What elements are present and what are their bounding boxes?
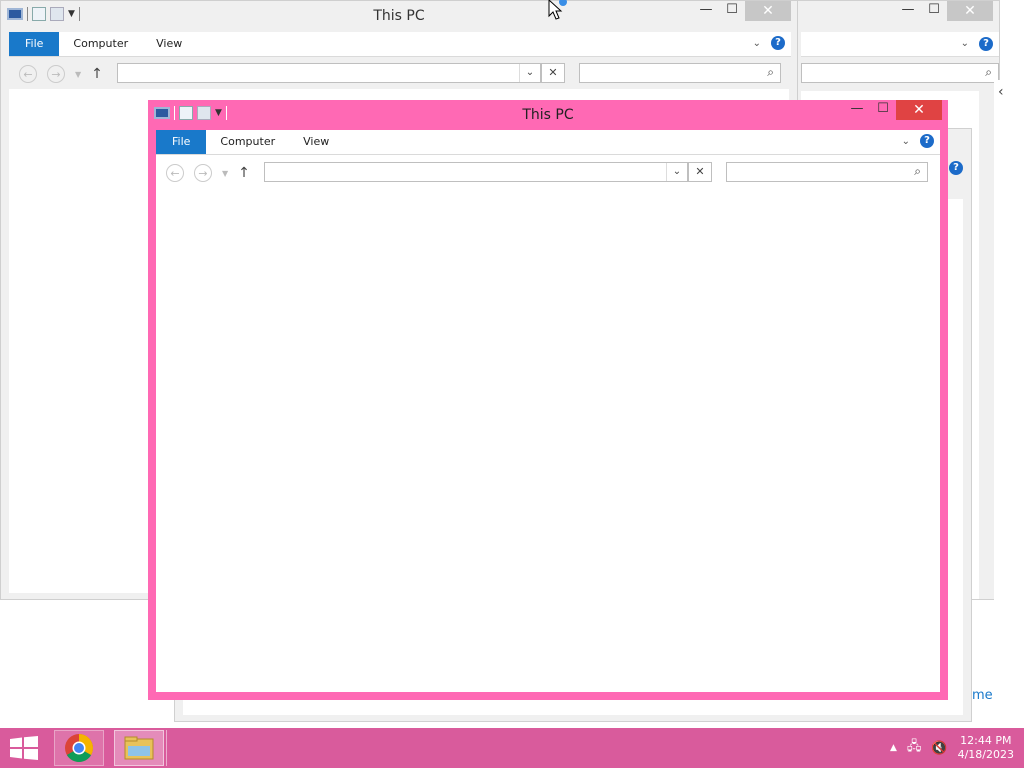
- front-titlebar[interactable]: ▼ This PC — ☐ ✕: [148, 100, 948, 130]
- back-chevron-icon[interactable]: ‹: [998, 84, 1004, 100]
- front-ribbon: File Computer View ⌄ ?: [156, 130, 940, 155]
- partial-text[interactable]: me: [972, 688, 993, 703]
- taskbar: ▲ 🖧 🔇 12:44 PM 4/18/2023: [0, 728, 1024, 768]
- front-minimize-button[interactable]: —: [844, 100, 870, 120]
- front-address-dropdown-icon[interactable]: ⌄: [666, 163, 687, 181]
- back-address-bar[interactable]: ⌄: [117, 63, 541, 83]
- start-button[interactable]: [8, 736, 40, 760]
- back-close-button[interactable]: ✕: [745, 1, 791, 21]
- mouse-cursor-icon: [548, 0, 567, 20]
- back-ribbon-chevron-icon[interactable]: ⌄: [753, 38, 761, 49]
- front-search-box[interactable]: ⌕: [726, 162, 928, 182]
- back-search-box[interactable]: ⌕: [579, 63, 781, 83]
- partial-card: me: [966, 680, 1022, 716]
- back-navbar: ← → ▼ ↑: [19, 60, 111, 88]
- front-recent-dropdown-icon[interactable]: ▼: [222, 169, 228, 178]
- far-search-box[interactable]: ⌕: [801, 63, 999, 83]
- back-ribbon: File Computer View ⌄ ?: [9, 32, 791, 57]
- far-maximize-button[interactable]: ☐: [921, 1, 947, 21]
- front-tab-computer[interactable]: Computer: [206, 130, 289, 154]
- taskbar-file-explorer[interactable]: [114, 730, 164, 766]
- back-back-arrow-icon[interactable]: ←: [19, 65, 37, 83]
- front-back-arrow-icon[interactable]: ←: [166, 164, 184, 182]
- front-window-controls: — ☐ ✕: [844, 100, 942, 120]
- back-address-dropdown-icon[interactable]: ⌄: [519, 64, 540, 82]
- back-window-controls: — ☐ ✕: [693, 1, 791, 21]
- front-ribbon-chevron-icon[interactable]: ⌄: [902, 136, 910, 147]
- front-tab-file[interactable]: File: [156, 130, 207, 154]
- front-close-button[interactable]: ✕: [896, 100, 942, 120]
- front-tab-view[interactable]: View: [289, 130, 343, 154]
- far-close-button[interactable]: ✕: [947, 1, 993, 21]
- back-maximize-button[interactable]: ☐: [719, 1, 745, 21]
- front-navbar: ← → ▼ ↑: [166, 159, 258, 187]
- chrome-icon: [65, 734, 93, 762]
- front-address-bar[interactable]: ⌄: [264, 162, 688, 182]
- clock-time: 12:44 PM: [960, 734, 1012, 747]
- volume-muted-icon[interactable]: 🔇: [931, 741, 947, 756]
- system-tray: ▲ 🖧 🔇 12:44 PM 4/18/2023: [890, 734, 1014, 762]
- back-help-icon[interactable]: ?: [771, 36, 785, 50]
- back-search-icon: ⌕: [767, 65, 774, 79]
- front-up-arrow-icon[interactable]: ↑: [238, 165, 250, 181]
- side-panel: ‹: [994, 80, 1024, 710]
- back-minimize-button[interactable]: —: [693, 1, 719, 21]
- back-up-arrow-icon[interactable]: ↑: [91, 66, 103, 82]
- back-forward-arrow-icon[interactable]: →: [47, 65, 65, 83]
- front-search-icon: ⌕: [914, 164, 921, 178]
- far-search-icon: ⌕: [985, 65, 992, 79]
- front-maximize-button[interactable]: ☐: [870, 100, 896, 120]
- front-window: ▼ This PC — ☐ ✕ File Computer View ⌄ ? ←…: [148, 100, 948, 700]
- far-ribbon: ⌄ ?: [801, 32, 999, 57]
- front-forward-arrow-icon[interactable]: →: [194, 164, 212, 182]
- middle-help-icon[interactable]: ?: [949, 161, 963, 175]
- front-window-title: This PC: [522, 107, 574, 123]
- back-recent-dropdown-icon[interactable]: ▼: [75, 70, 81, 79]
- taskbar-chrome[interactable]: [54, 730, 104, 766]
- front-content-area: [156, 188, 940, 692]
- front-clear-button[interactable]: ✕: [688, 162, 712, 182]
- far-minimize-button[interactable]: —: [895, 1, 921, 21]
- clock[interactable]: 12:44 PM 4/18/2023: [958, 734, 1014, 762]
- show-hidden-icons-icon[interactable]: ▲: [890, 743, 897, 753]
- network-icon[interactable]: 🖧: [907, 737, 922, 759]
- front-body: File Computer View ⌄ ? ← → ▼ ↑ ⌄ ✕ ⌕: [156, 130, 940, 692]
- far-window-controls: — ☐ ✕: [895, 1, 993, 21]
- front-help-icon[interactable]: ?: [920, 134, 934, 148]
- folder-icon: [124, 736, 154, 760]
- clock-date: 4/18/2023: [957, 748, 1014, 761]
- back-tab-computer[interactable]: Computer: [59, 32, 142, 56]
- back-tab-file[interactable]: File: [9, 32, 60, 56]
- back-window-title: This PC: [373, 8, 425, 24]
- far-ribbon-chevron-icon[interactable]: ⌄: [961, 38, 969, 49]
- back-titlebar[interactable]: ▼ This PC — ☐ ✕: [1, 1, 797, 31]
- far-help-icon[interactable]: ?: [979, 37, 993, 51]
- back-tab-view[interactable]: View: [142, 32, 196, 56]
- back-clear-button[interactable]: ✕: [541, 63, 565, 83]
